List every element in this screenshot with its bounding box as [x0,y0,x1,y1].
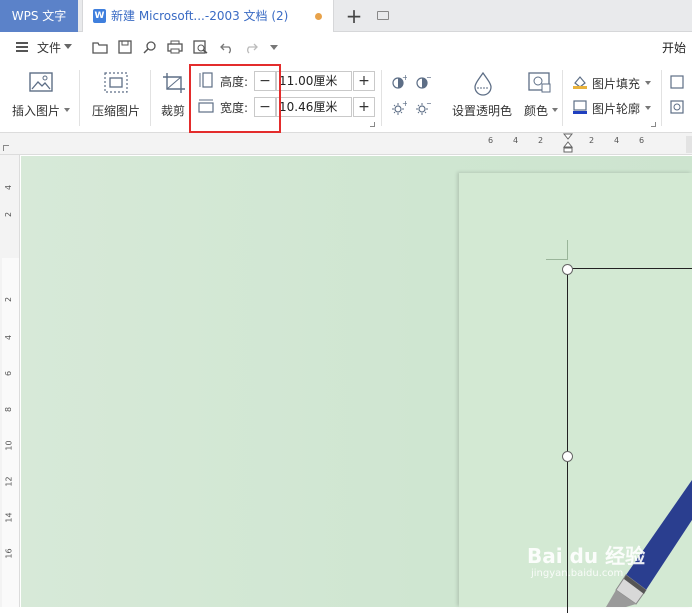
crop-button[interactable]: 裁剪 [161,102,185,119]
ruler-tick-label: 14 [4,512,14,523]
svg-text:−: − [426,74,431,82]
print-preview-icon[interactable] [142,40,158,56]
height-input[interactable]: 11.00厘米 [276,71,352,91]
tab-start[interactable]: 开始 [662,33,686,63]
page-margin-corner [546,240,568,260]
picture-outline-button[interactable]: 图片轮廓 [592,100,640,117]
crop-icon[interactable] [162,72,186,94]
increase-contrast-icon[interactable]: + [391,73,409,90]
ruler-tick-label: 8 [4,406,14,413]
ribbon-divider [79,70,80,126]
highlight-box [189,64,281,133]
insert-picture-button[interactable]: 插入图片 [12,102,60,119]
ruler-tick-label: 2 [538,136,544,145]
undo-icon[interactable] [219,40,235,56]
reset-picture-icon[interactable] [670,100,684,114]
picture-fill-icon[interactable] [572,75,588,89]
ruler-corner-icon [3,145,9,151]
height-increase-button[interactable]: + [353,71,375,91]
file-menu[interactable]: 文件 [37,33,61,63]
resize-handle-top-left[interactable] [562,264,573,275]
color-button[interactable]: 颜色 [524,102,548,119]
width-input[interactable]: 10.46厘米 [276,97,352,117]
compress-picture-button[interactable]: 压缩图片 [92,102,140,119]
svg-text:+: + [402,100,407,108]
svg-text:+: + [402,74,407,82]
print-icon[interactable] [167,40,183,56]
chevron-down-icon[interactable] [552,108,558,112]
chevron-down-icon[interactable] [645,81,651,85]
color-icon[interactable] [528,72,552,94]
ruler-tick-label: 4 [513,136,519,145]
document-tab-title: 新建 Microsoft...-2003 文档 (2) [111,9,289,23]
size-dialog-launcher-icon[interactable] [370,122,375,127]
ruler-tick-label: 6 [488,136,494,145]
compress-picture-icon[interactable] [104,72,128,94]
unsaved-dot-icon [315,13,322,20]
increase-brightness-icon[interactable]: + [391,99,409,116]
chevron-down-icon[interactable] [64,108,70,112]
customize-dropdown-icon[interactable] [270,45,278,50]
ruler-tick-label: 4 [4,334,14,341]
ribbon-divider [562,70,563,126]
ruler-tick-label: 4 [614,136,620,145]
ruler-tick-label: 2 [4,296,14,303]
document-tab[interactable]: W 新建 Microsoft...-2003 文档 (2) [82,0,389,32]
word-doc-icon: W [93,9,106,23]
new-tab-button[interactable]: + [344,4,364,28]
ruler-tick-label: 6 [639,136,645,145]
picture-fill-button[interactable]: 图片填充 [592,75,640,92]
baidu-watermark-url: jingyan.baidu.com [531,568,624,579]
save-icon[interactable] [117,40,133,56]
style-dialog-launcher-icon[interactable] [651,122,656,127]
ribbon-divider [150,70,151,126]
open-folder-icon[interactable] [92,40,108,56]
decrease-brightness-icon[interactable]: − [415,99,433,116]
effects-icon[interactable] [670,75,684,89]
ruler-tick-label: 12 [4,476,14,487]
decrease-contrast-icon[interactable]: − [415,73,433,90]
resize-handle-middle-left[interactable] [562,451,573,462]
ruler-tick-label: 6 [4,370,14,377]
ruler-tick-label: 4 [4,184,14,191]
ruler-tick-label: 16 [4,548,14,559]
chevron-down-icon[interactable] [64,44,72,49]
indent-marker-icon[interactable] [562,133,574,153]
redo-icon[interactable] [243,40,259,56]
monitor-icon[interactable] [377,11,389,20]
set-transparent-color-button[interactable]: 设置透明色 [452,102,512,119]
insert-picture-icon[interactable] [29,72,53,94]
picture-outline-icon[interactable] [572,100,588,114]
wps-app-tab[interactable]: WPS 文字 [0,0,78,32]
svg-text:−: − [426,100,431,108]
ruler-margin [686,136,692,153]
baidu-watermark: Bai du 经验 [527,544,646,568]
ruler-tick-label: 2 [589,136,595,145]
ribbon-divider [381,70,382,126]
width-increase-button[interactable]: + [353,97,375,117]
preview-icon[interactable] [193,40,209,56]
hamburger-icon[interactable] [16,42,28,52]
chevron-down-icon[interactable] [645,106,651,110]
ribbon-divider [661,70,662,126]
ruler-tick-label: 2 [4,211,14,218]
ruler-tick-label: 10 [4,440,14,451]
set-transparent-color-icon[interactable] [472,71,494,96]
